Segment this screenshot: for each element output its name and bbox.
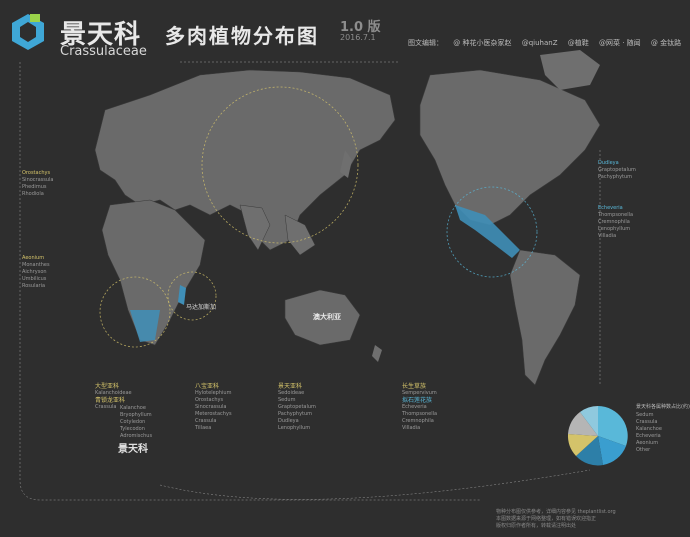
list-item: Cremnophila: [598, 219, 630, 225]
list-item: Aichryson: [22, 269, 47, 275]
tree-group: 长生草族: [402, 383, 427, 390]
landmass-north-america: [419, 69, 601, 226]
brand-logo-icon: [12, 14, 44, 50]
genera-column-1: Kalanchoe Bryophyllum Cotyledon Tylecodo…: [120, 405, 152, 440]
legend-item: Aeonium: [636, 440, 659, 446]
list-item: Lenophyllum: [598, 226, 631, 232]
genus-item: Adromischus: [120, 433, 153, 439]
genera-column-3: 景天亚科 Sedoideae Sedum Graptopetalum Pachy…: [278, 383, 316, 432]
footer-line: 物种分布图仅供参考，详细内容参见 theplantlist.org: [496, 509, 616, 515]
landmass-new-zealand: [372, 345, 382, 362]
list-item: Umbilicus: [22, 276, 47, 282]
credit-item: @网菜 · 随闻: [598, 39, 641, 47]
credit-item: @qiuhanZ: [521, 39, 558, 47]
pie-chart: [567, 406, 628, 466]
tree-group: 青锁龙亚科: [95, 397, 126, 404]
page-title: 多肉植物分布图: [165, 24, 319, 48]
connector-bottom: [159, 469, 591, 500]
left-genus-list: Orostachys Sinocrassula Phedimus Rhodiol…: [22, 170, 54, 198]
pie-title: 景天科各属种数占比(约): [636, 404, 690, 410]
genus-item: Sinocrassula: [195, 404, 227, 410]
genus-item: Lenophyllum: [278, 425, 311, 431]
list-item: Monanthes: [22, 262, 50, 268]
tree-group-sub: Sedoideae: [278, 390, 305, 396]
legend-item: Echeveria: [636, 433, 661, 439]
credit-label: 图文编辑：: [408, 39, 443, 47]
genus-item: Pachyphytum: [278, 411, 313, 417]
list-item: Graptopetalum: [598, 167, 636, 173]
credit-item: @ 种花小医杂家赵: [453, 39, 512, 47]
genus-item: Cotyledon: [120, 419, 146, 425]
list-item: Rhodiola: [22, 191, 44, 197]
tree-group: 八宝亚科: [195, 383, 220, 390]
legend-item: Other: [636, 447, 651, 453]
credit-item: @植鞋: [567, 39, 589, 47]
genera-column-4: 长生草族 Sempervivum 拟石莲花族 Echeveria Thompso…: [402, 383, 437, 432]
tree-group: 拟石莲花族: [402, 397, 433, 404]
list-item: Echeveria: [598, 205, 623, 211]
legend-item: Crassula: [636, 419, 658, 425]
pie-legend: Sedum Crassula Kalanchoe Echeveria Aeoni…: [636, 412, 662, 454]
legend-item: Sedum: [636, 412, 654, 418]
genus-item: Dudleya: [278, 418, 299, 424]
list-item: Villadia: [598, 233, 617, 239]
genus-item: Sedum: [278, 397, 296, 403]
list-item: Thompsonella: [598, 212, 634, 218]
credit-item: @ 金钛路: [650, 39, 682, 47]
legend-item: Kalanchoe: [636, 426, 662, 432]
genus-item: Tylecodon: [120, 426, 145, 432]
genus-item: Orostachys: [195, 397, 224, 403]
list-item: Orostachys: [22, 170, 51, 176]
landmass-south-america: [509, 249, 581, 386]
landmass-se-asia: [284, 214, 316, 256]
right-genus-list: Dudleya Graptopetalum Pachyphytum: [598, 160, 636, 181]
tree-group: 大型亚科: [95, 383, 120, 390]
list-item: Pachyphytum: [598, 174, 633, 180]
genus-item: Crassula: [195, 418, 217, 424]
madagascar-label: 马达加斯加: [186, 304, 217, 311]
genus-item: Kalanchoe: [120, 405, 146, 411]
credits-line: 图文编辑： @ 种花小医杂家赵 @qiuhanZ @植鞋 @网菜 · 随闻 @ …: [408, 38, 689, 48]
list-item: Dudleya: [598, 160, 619, 166]
genus-item: Meterostachys: [195, 411, 232, 417]
tree-group-sub: Sempervivum: [402, 390, 437, 396]
tree-group: 景天亚科: [278, 383, 303, 390]
genera-column-2: 八宝亚科 Hylotelephium Orostachys Sinocrassu…: [195, 383, 232, 432]
genus-item: Cremnophila: [402, 418, 434, 424]
tree-group-sub: Echeveria: [402, 404, 427, 410]
tree-root-label: 景天科: [118, 444, 148, 455]
right-genus-list-2: Echeveria Thompsonella Cremnophila Lenop…: [598, 205, 633, 240]
footer-line: 本图数据来源于网络整理，如有错误欢迎指正: [496, 516, 597, 522]
footer-notes: 物种分布图仅供参考，详细内容参见 theplantlist.org 本图数据来源…: [496, 509, 686, 530]
genus-item: Thompsonella: [402, 411, 438, 417]
australia-label: 澳大利亚: [313, 313, 341, 321]
genus-item: Tillaea: [195, 425, 212, 431]
list-item: Phedimus: [22, 184, 47, 190]
tree-group-sub: Hylotelephium: [195, 390, 232, 396]
list-item: Rosularia: [22, 283, 46, 289]
genus-item: Graptopetalum: [278, 404, 316, 410]
left-genus-list-2: Aeonium Monanthes Aichryson Umbilicus Ro…: [22, 255, 50, 290]
footer-line: 版权归原作者所有，转载请注明出处: [496, 523, 577, 529]
genus-item: Bryophyllum: [120, 412, 152, 418]
list-item: Aeonium: [22, 255, 45, 261]
brand-title-en: Crassulaceae: [60, 44, 147, 59]
list-item: Sinocrassula: [22, 177, 54, 183]
genus-item: Villadia: [402, 425, 421, 431]
tree-group-sub: Kalanchoideae: [95, 390, 132, 396]
date-label: 2016.7.1: [340, 33, 376, 42]
world-map: [19, 50, 628, 501]
